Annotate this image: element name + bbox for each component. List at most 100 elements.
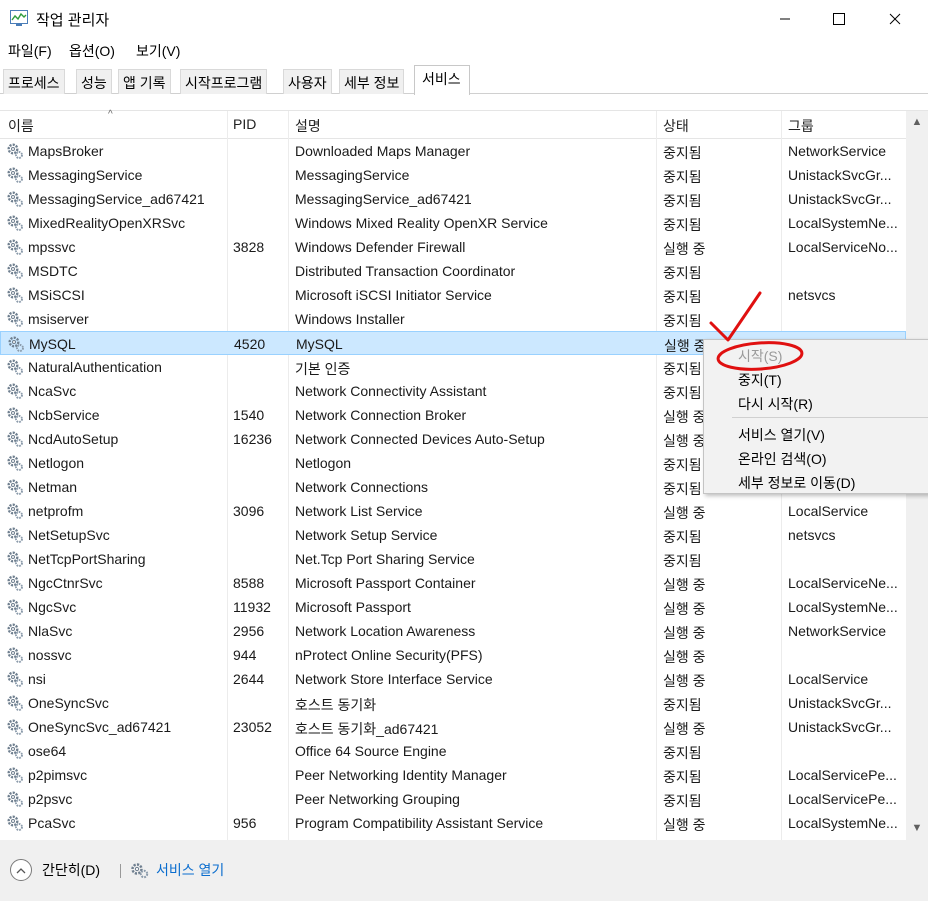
service-gear-icon (8, 336, 24, 352)
tab-app-history[interactable]: 앱 기록 (118, 69, 171, 94)
maximize-button[interactable] (816, 0, 862, 38)
service-gear-icon (7, 479, 23, 495)
cell-status: 중지됨 (663, 289, 702, 305)
minimize-button[interactable] (762, 0, 808, 38)
cell-description: MessagingService (295, 167, 410, 183)
tab-services[interactable]: 서비스 (414, 65, 470, 95)
cell-name: nossvc (28, 647, 72, 663)
table-row[interactable]: p2pimsvc Peer Networking Identity Manager… (0, 763, 906, 787)
tab-startup[interactable]: 시작프로그램 (180, 69, 268, 94)
cell-name: PcaSvc (28, 815, 76, 831)
cell-status: 중지됨 (663, 769, 702, 785)
table-row[interactable]: OneSyncSvc_ad67421 23052 호스트 동기화_ad67421 실행… (0, 715, 906, 739)
table-row[interactable]: NetSetupSvc Network Setup Service 중지됨 netsv… (0, 523, 906, 547)
table-row[interactable]: nossvc 944 nProtect Online Security(PFS) 실행… (0, 643, 906, 667)
service-gear-icon (7, 527, 23, 543)
cell-name: NgcCtnrSvc (28, 575, 103, 591)
table-row[interactable]: MSiSCSI Microsoft iSCSI Initiator Service… (0, 283, 906, 307)
table-row[interactable]: nsi 2644 Network Store Interface Service 실행… (0, 667, 906, 691)
scroll-down-icon[interactable]: ▼ (906, 819, 928, 837)
context-menu-start[interactable]: 시작(S) (738, 346, 782, 366)
context-menu-stop[interactable]: 중지(T) (738, 370, 782, 390)
cell-description: Network List Service (295, 503, 423, 519)
cell-status: 실행 중 (663, 505, 706, 521)
table-row[interactable]: mpssvc 3828 Windows Defender Firewall 실행 중 L… (0, 235, 906, 259)
table-row[interactable]: ose64 Office 64 Source Engine 중지됨 (0, 739, 906, 763)
cell-pid: 3096 (233, 503, 265, 519)
table-row[interactable]: netprofm 3096 Network List Service 실행 중 Loca… (0, 499, 906, 523)
service-gear-icon (7, 647, 23, 663)
cell-group: UnistackSvcGr... (788, 695, 892, 711)
minimize-icon (780, 18, 790, 20)
cell-description: Downloaded Maps Manager (295, 143, 471, 159)
cell-name: Netman (28, 479, 78, 495)
service-gear-icon (7, 671, 23, 687)
cell-status: 실행 중 (663, 673, 706, 689)
chevron-up-icon (10, 859, 32, 881)
table-row[interactable]: NetTcpPortSharing Net.Tcp Port Sharing Se… (0, 547, 906, 571)
tab-performance[interactable]: 성능 (76, 69, 112, 94)
service-gear-icon (7, 359, 23, 375)
cell-name: MapsBroker (28, 143, 104, 159)
close-button[interactable] (872, 0, 918, 38)
table-row[interactable]: OneSyncSvc 호스트 동기화 중지됨 UnistackSvcGr... (0, 691, 906, 715)
cell-pid: 3828 (233, 239, 265, 255)
cell-group: UnistackSvcGr... (788, 191, 892, 207)
table-row[interactable]: NgcCtnrSvc 8588 Microsoft Passport Contain… (0, 571, 906, 595)
cell-name: MySQL (29, 336, 76, 352)
scroll-up-icon[interactable]: ▲ (906, 113, 928, 131)
menu-file[interactable]: 파일(F) (8, 41, 52, 61)
table-row[interactable]: MessagingService MessagingService 중지됨 Unist… (0, 163, 906, 187)
cell-name: NlaSvc (28, 623, 73, 639)
menu-bar: 파일(F) 옵션(O) 보기(V) (0, 38, 928, 62)
cell-description: Network Setup Service (295, 527, 438, 543)
table-row[interactable]: MessagingService_ad67421 MessagingService… (0, 187, 906, 211)
open-services-label: 서비스 열기 (156, 862, 225, 878)
table-row[interactable]: msiserver Windows Installer 중지됨 (0, 307, 906, 331)
cell-description: MySQL (296, 336, 343, 352)
tab-users[interactable]: 사용자 (283, 69, 332, 94)
context-menu-search-online[interactable]: 온라인 검색(O) (738, 449, 827, 469)
context-menu-open-services[interactable]: 서비스 열기(V) (738, 425, 825, 445)
cell-status: 중지됨 (663, 313, 702, 329)
service-gear-icon (7, 143, 23, 159)
cell-name: netprofm (28, 503, 84, 519)
task-manager-icon (10, 10, 28, 26)
table-row[interactable]: MSDTC Distributed Transaction Coordinator… (0, 259, 906, 283)
cell-name: MSDTC (28, 263, 78, 279)
service-gear-icon (7, 503, 23, 519)
open-services-link[interactable]: 서비스 열기 (130, 860, 224, 880)
footer-bar: 간단히(D) 서비스 열기 (0, 840, 928, 901)
cell-description: Office 64 Source Engine (295, 743, 447, 759)
column-header-status[interactable]: 상태 (663, 116, 689, 136)
column-header-description[interactable]: 설명 (295, 116, 321, 136)
cell-pid: 1540 (233, 407, 265, 423)
column-header-group[interactable]: 그룹 (788, 116, 814, 136)
table-row[interactable]: MixedRealityOpenXRSvc Windows Mixed Reali… (0, 211, 906, 235)
cell-pid: 956 (233, 815, 257, 831)
service-gear-icon (7, 599, 23, 615)
cell-name: MessagingService (28, 167, 143, 183)
service-gear-icon (7, 239, 23, 255)
tab-bar: 프로세스 성능 앱 기록 시작프로그램 사용자 세부 정보 서비스 (0, 64, 928, 95)
cell-name: NetTcpPortSharing (28, 551, 146, 567)
context-menu-go-to-details[interactable]: 세부 정보로 이동(D) (738, 473, 855, 493)
tab-processes[interactable]: 프로세스 (3, 69, 65, 94)
cell-description: 호스트 동기화 (295, 697, 377, 713)
table-row[interactable]: p2psvc Peer Networking Grouping 중지됨 LocalSe… (0, 787, 906, 811)
column-header-pid[interactable]: PID (233, 116, 256, 132)
table-row[interactable]: PcaSvc 956 Program Compatibility Assistant… (0, 811, 906, 835)
menu-options[interactable]: 옵션(O) (69, 41, 115, 61)
table-row[interactable]: MapsBroker Downloaded Maps Manager 중지됨 Netw… (0, 139, 906, 163)
table-row[interactable]: NlaSvc 2956 Network Location Awareness 실행 중… (0, 619, 906, 643)
cell-name: NaturalAuthentication (28, 359, 162, 375)
service-gear-icon (7, 287, 23, 303)
context-menu-restart[interactable]: 다시 시작(R) (738, 394, 813, 414)
tab-details[interactable]: 세부 정보 (339, 69, 405, 94)
table-row[interactable]: NgcSvc 11932 Microsoft Passport 실행 중 LocalSy… (0, 595, 906, 619)
service-gear-icon (7, 215, 23, 231)
column-header-name[interactable]: 이름 (8, 116, 34, 136)
cell-status: 중지됨 (663, 745, 702, 761)
menu-view[interactable]: 보기(V) (136, 41, 180, 61)
collapse-button[interactable]: 간단히(D) (10, 859, 100, 881)
